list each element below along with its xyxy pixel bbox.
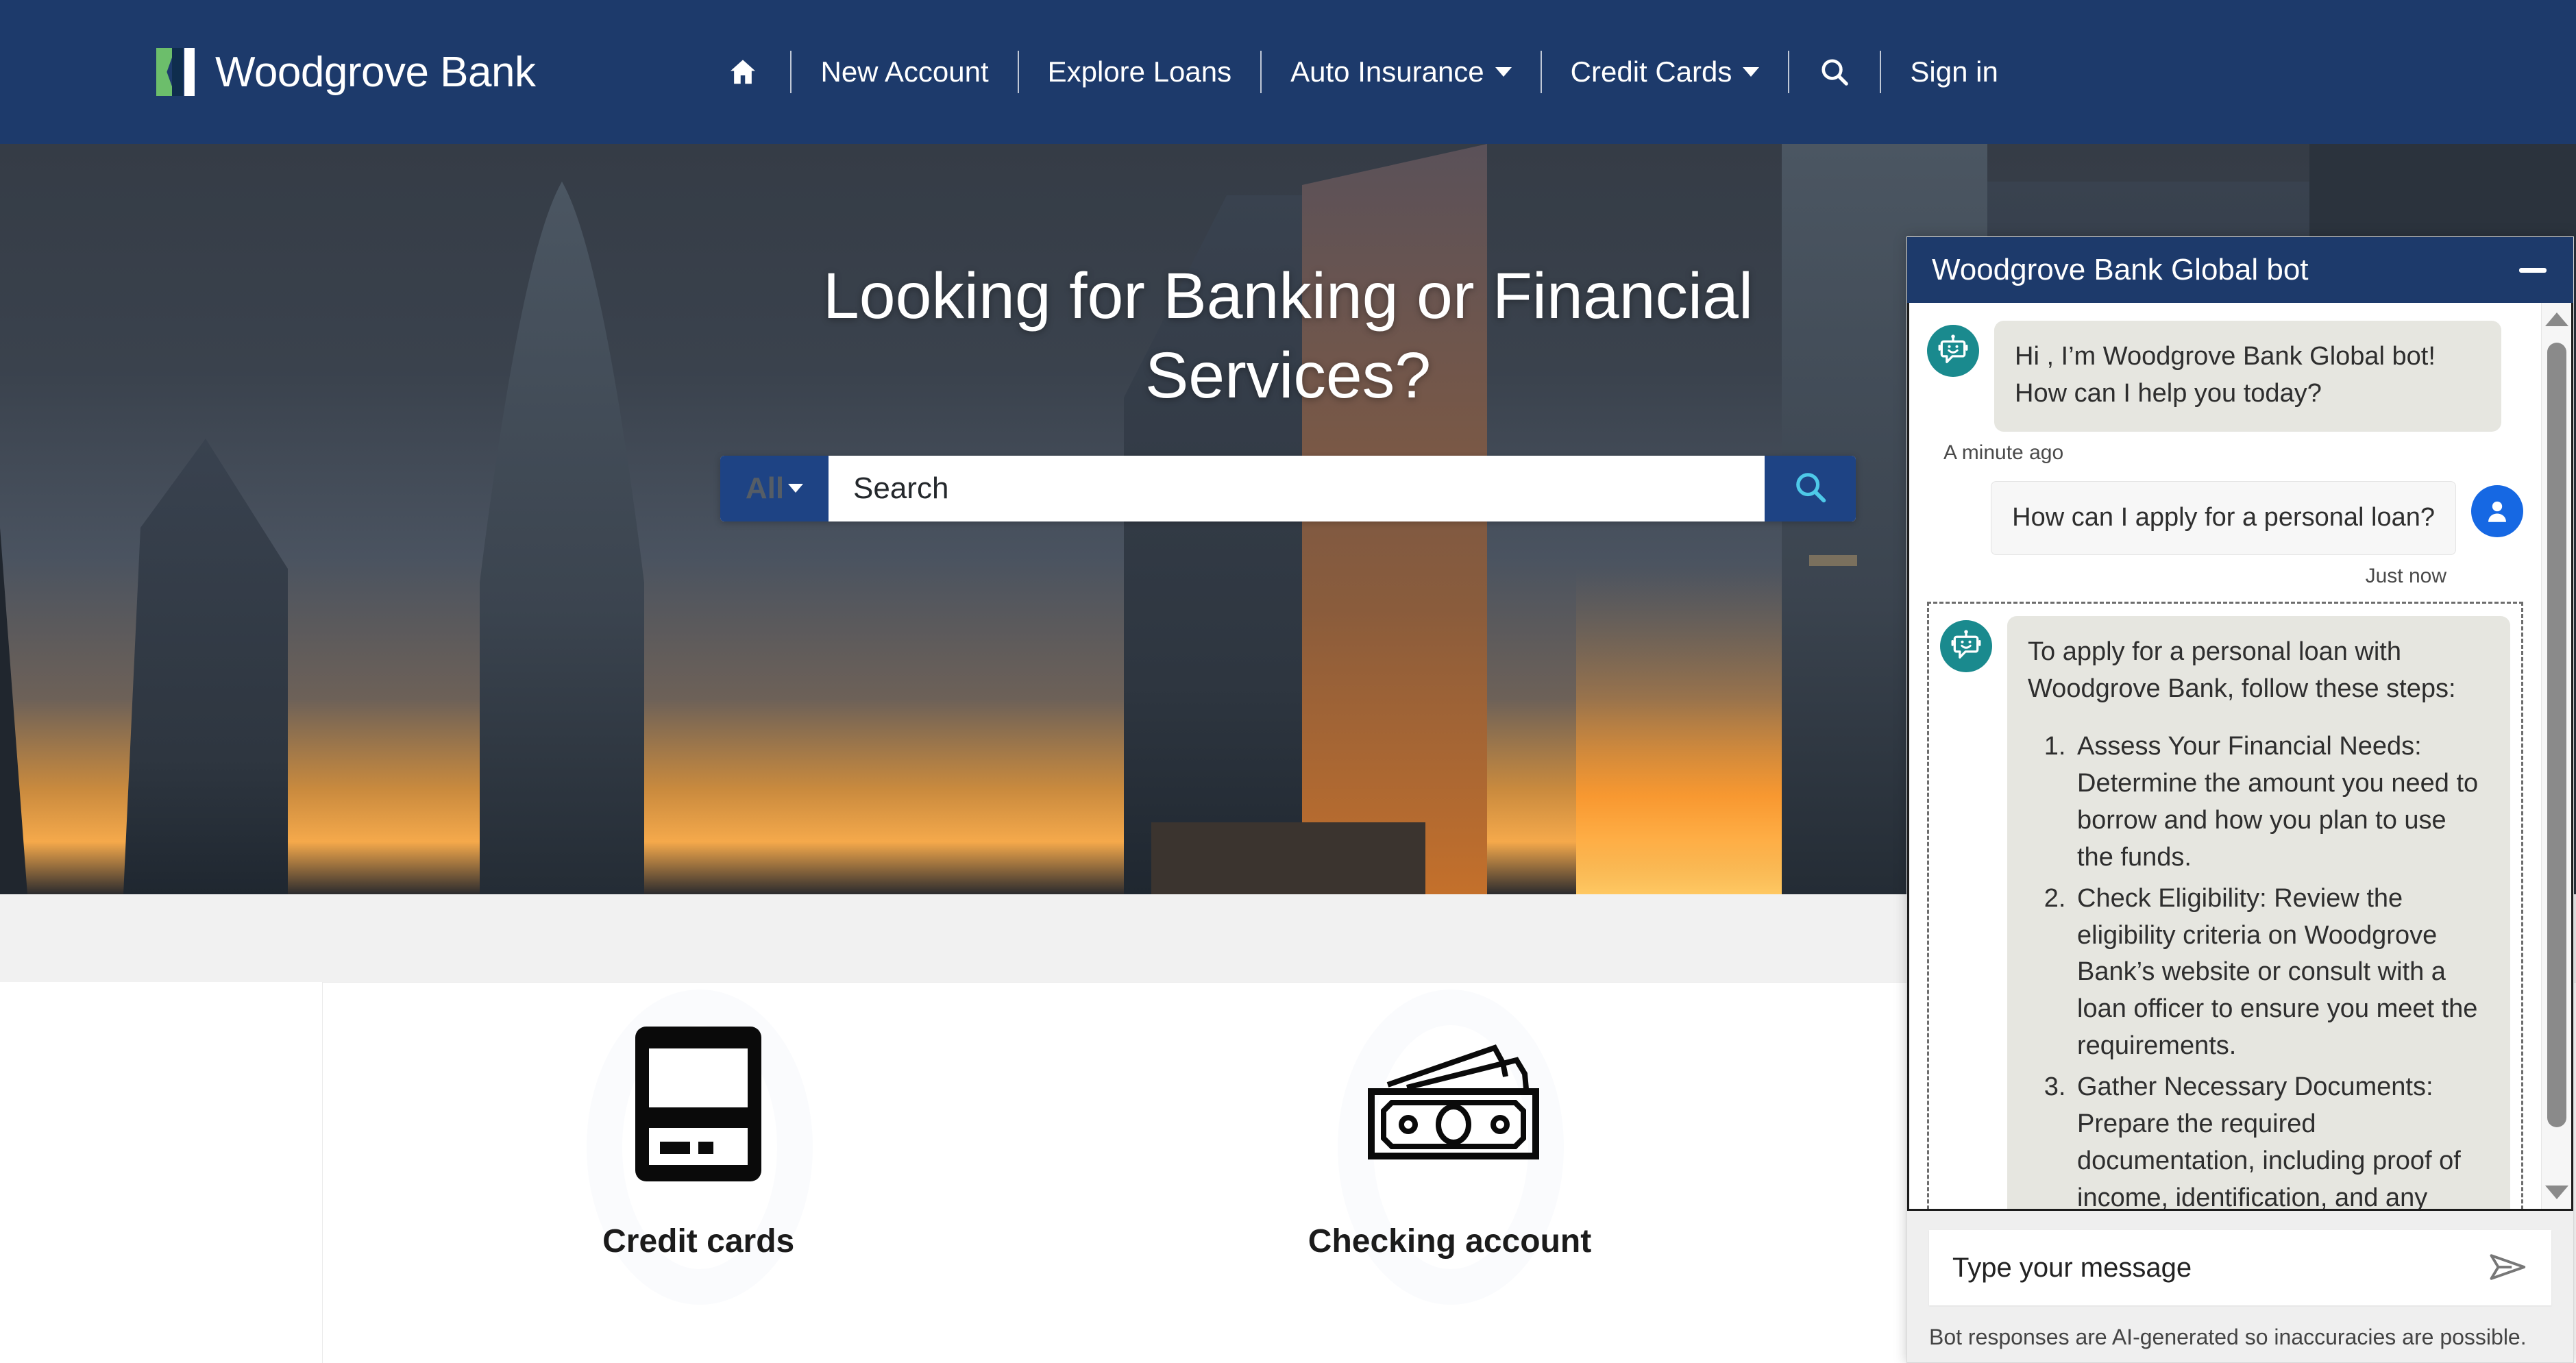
- nav-item-credit-cards[interactable]: Credit Cards: [1543, 58, 1787, 86]
- hero-title: Looking for Banking or Financial Service…: [822, 260, 1754, 412]
- search-icon: [1818, 56, 1851, 88]
- nav-menu: New Account Explore Loans Auto Insurance…: [697, 39, 2025, 105]
- product-label: Checking account: [1308, 1223, 1592, 1260]
- nav-label: Auto Insurance: [1290, 56, 1484, 88]
- search-icon: [1792, 469, 1829, 508]
- send-icon: [2487, 1246, 2529, 1290]
- scroll-up-arrow-icon[interactable]: [2544, 312, 2568, 326]
- search-input[interactable]: [829, 455, 1765, 521]
- top-navigation-bar: Woodgrove Bank New Account Explore Loans…: [0, 0, 2576, 144]
- chat-message-list: Hi , I’m Woodgrove Bank Global bot! How …: [1909, 303, 2541, 1209]
- chat-footer: Bot responses are AI-generated so inaccu…: [1907, 1211, 2573, 1362]
- nav-label: New Account: [820, 56, 989, 88]
- chat-message-bot: Hi , I’m Woodgrove Bank Global bot! How …: [1927, 321, 2523, 432]
- user-avatar: [2471, 484, 2523, 537]
- chevron-down-icon: [1495, 67, 1512, 77]
- chat-message-input[interactable]: [1952, 1252, 2484, 1284]
- credit-card-icon: [630, 1011, 767, 1196]
- nav-item-explore-loans[interactable]: Explore Loans: [1020, 58, 1260, 86]
- nav-item-new-account[interactable]: New Account: [793, 58, 1016, 86]
- chat-widget: Woodgrove Bank Global bot Hi , I’m Woodg…: [1906, 236, 2574, 1363]
- nav-divider: [1260, 51, 1262, 93]
- nav-item-home[interactable]: [697, 56, 789, 88]
- woodgrove-logo-icon: [156, 48, 195, 96]
- nav-item-search[interactable]: [1791, 56, 1878, 88]
- brand-name: Woodgrove Bank: [215, 48, 536, 96]
- search-scope-dropdown[interactable]: All: [720, 455, 829, 521]
- minimize-button[interactable]: [2513, 250, 2553, 290]
- product-tile-checking-account[interactable]: Checking account: [1074, 983, 1825, 1305]
- send-button[interactable]: [2484, 1244, 2532, 1292]
- chat-scrollbar[interactable]: [2541, 303, 2571, 1209]
- chat-input-wrapper: [1929, 1230, 2551, 1305]
- scrollbar-thumb[interactable]: [2547, 343, 2566, 1127]
- nav-label: Credit Cards: [1570, 56, 1732, 88]
- product-label: Credit cards: [602, 1223, 795, 1260]
- chat-bubble: To apply for a personal loan with Woodgr…: [2007, 615, 2510, 1209]
- chat-bubble: Hi , I’m Woodgrove Bank Global bot! How …: [1994, 321, 2501, 432]
- chat-header: Woodgrove Bank Global bot: [1907, 237, 2573, 303]
- nav-label: Sign in: [1910, 56, 1998, 88]
- chat-timestamp: A minute ago: [1943, 441, 2064, 464]
- home-icon: [727, 56, 759, 88]
- nav-divider: [790, 51, 792, 93]
- chevron-down-icon: [1743, 67, 1760, 77]
- bot-avatar: [1927, 325, 1979, 377]
- chat-bubble: How can I apply for a personal loan?: [1991, 480, 2456, 555]
- product-tile-credit-cards[interactable]: Credit cards: [323, 983, 1074, 1305]
- chat-step-item: Gather Necessary Documents: Prepare the …: [2073, 1069, 2490, 1209]
- chat-message-focused[interactable]: To apply for a personal loan with Woodgr…: [1927, 601, 2523, 1209]
- search-scope-label: All: [745, 471, 785, 505]
- chat-title: Woodgrove Bank Global bot: [1932, 253, 2309, 286]
- hero-search-bar: All: [720, 455, 1856, 521]
- bot-avatar: [1940, 619, 1992, 672]
- search-submit-button[interactable]: [1765, 455, 1856, 521]
- chat-message-bot: To apply for a personal loan with Woodgr…: [1940, 615, 2510, 1209]
- chat-body: Hi , I’m Woodgrove Bank Global bot! How …: [1907, 303, 2573, 1211]
- nav-item-sign-in[interactable]: Sign in: [1882, 58, 2025, 86]
- chevron-down-icon: [788, 484, 804, 493]
- brand-logo[interactable]: Woodgrove Bank: [156, 48, 536, 97]
- chat-step-item: Assess Your Financial Needs: Determine t…: [2073, 728, 2490, 876]
- chat-steps-list: Assess Your Financial Needs: Determine t…: [2028, 728, 2490, 1209]
- nav-divider: [1788, 51, 1790, 93]
- chat-bubble-intro: To apply for a personal loan with Woodgr…: [2028, 637, 2456, 703]
- chat-message-user: How can I apply for a personal loan?: [1927, 480, 2523, 555]
- chat-disclaimer: Bot responses are AI-generated so inaccu…: [1929, 1325, 2527, 1349]
- scroll-down-arrow-icon[interactable]: [2544, 1186, 2568, 1199]
- nav-item-auto-insurance[interactable]: Auto Insurance: [1263, 58, 1539, 86]
- minimize-icon: [2519, 267, 2547, 273]
- chat-step-item: Check Eligibility: Review the eligibilit…: [2073, 881, 2490, 1066]
- nav-divider: [1017, 51, 1019, 93]
- chat-timestamp: Just now: [2365, 564, 2446, 587]
- banknotes-icon: [1347, 1011, 1552, 1196]
- nav-label: Explore Loans: [1047, 56, 1232, 88]
- nav-divider: [1540, 51, 1542, 93]
- nav-divider: [1880, 51, 1882, 93]
